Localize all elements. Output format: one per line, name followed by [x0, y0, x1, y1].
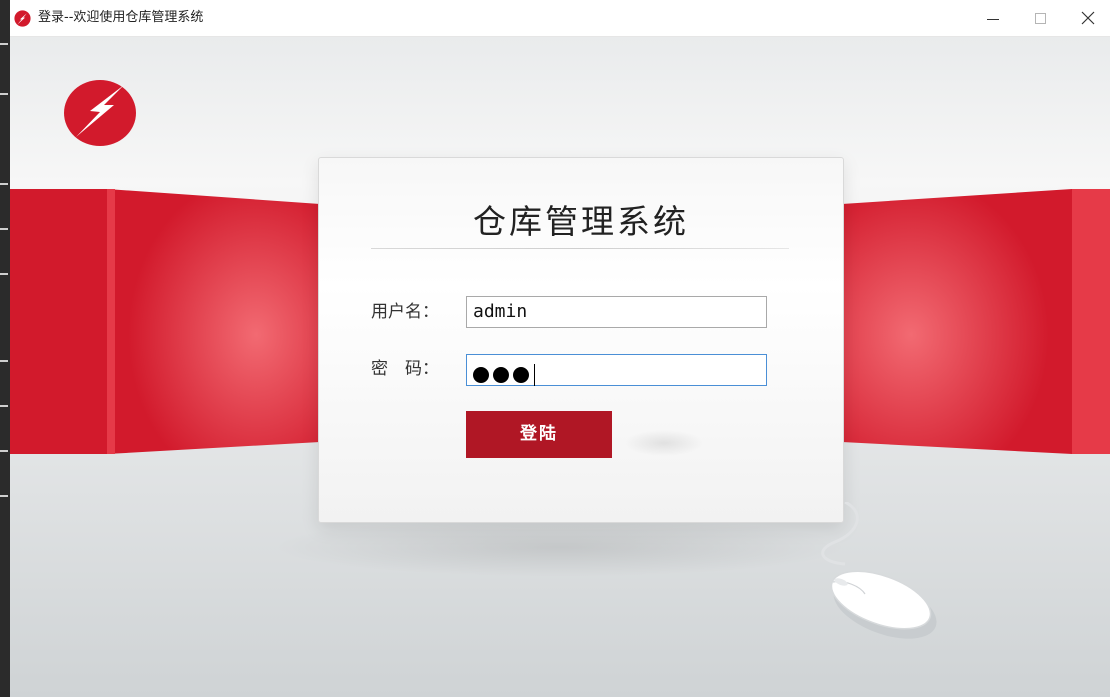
- username-label: 用户名：: [371, 302, 439, 322]
- edge-tick: [0, 43, 8, 45]
- login-background: 仓库管理系统 用户名： admin 密 码： 登陆: [10, 37, 1110, 697]
- close-icon: [1081, 11, 1095, 25]
- password-mask: [473, 360, 535, 386]
- edge-tick: [0, 495, 8, 497]
- password-input[interactable]: [466, 354, 767, 386]
- system-title: 仓库管理系统: [473, 202, 689, 241]
- edge-tick: [0, 273, 8, 275]
- edge-tick: [0, 405, 8, 407]
- floor-shadow: [270, 517, 850, 577]
- edge-tick: [0, 228, 8, 230]
- login-window: 登录--欢迎使用仓库管理系统 仓库管理系统 用户名： admin 密 码： 登陆: [10, 0, 1110, 697]
- password-dot: [473, 367, 489, 383]
- title-bar[interactable]: 登录--欢迎使用仓库管理系统: [10, 0, 1110, 37]
- mouse-illustration: [821, 502, 937, 639]
- close-button[interactable]: [1065, 0, 1110, 36]
- edge-tick: [0, 360, 8, 362]
- desktop-left-edge: [0, 0, 10, 697]
- login-button[interactable]: 登陆: [466, 411, 612, 458]
- login-panel: 仓库管理系统 用户名： admin 密 码： 登陆: [318, 157, 844, 523]
- app-logo-icon: [14, 10, 31, 27]
- maximize-icon: [1035, 13, 1046, 24]
- edge-tick: [0, 93, 8, 95]
- password-dot: [493, 367, 509, 383]
- password-dot: [513, 367, 529, 383]
- window-title: 登录--欢迎使用仓库管理系统: [38, 10, 204, 25]
- minimize-button[interactable]: [970, 0, 1016, 36]
- brand-logo-icon: [64, 80, 136, 146]
- red-wall-left: [10, 189, 320, 454]
- title-divider: [371, 248, 789, 249]
- edge-tick: [0, 450, 8, 452]
- password-label: 密 码：: [371, 359, 439, 379]
- text-caret: [534, 364, 535, 386]
- username-input[interactable]: admin: [466, 296, 767, 328]
- button-reflection: [624, 430, 704, 456]
- minimize-icon: [987, 19, 999, 20]
- edge-tick: [0, 183, 8, 185]
- maximize-button[interactable]: [1018, 0, 1064, 36]
